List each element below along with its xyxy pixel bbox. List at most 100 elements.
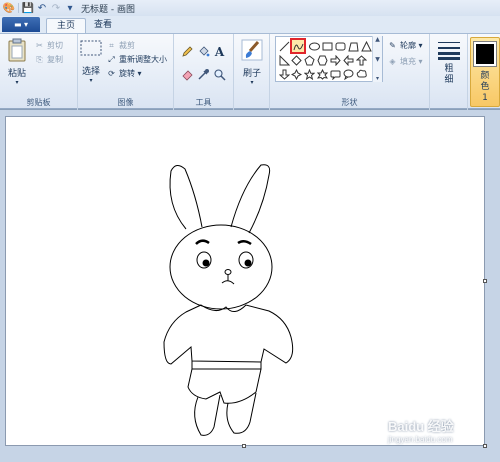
cloud-callout-shape-icon[interactable]: [355, 68, 367, 80]
select-label: 选择: [81, 67, 100, 77]
left-leg: [194, 394, 221, 436]
brushes-group: 刷子 ▾: [234, 34, 270, 110]
fill-button[interactable]: ◈ 填充 ▾: [387, 56, 423, 67]
watermark-text: Baidu 经验: [388, 419, 454, 434]
down-arrow-shape-icon[interactable]: [278, 68, 290, 80]
bunny-pants: [187, 368, 262, 404]
bunny-shirt: [163, 304, 294, 365]
triangle-shape-icon[interactable]: [360, 40, 372, 52]
oval-callout-shape-icon[interactable]: [342, 68, 354, 80]
tab-home[interactable]: 主页: [46, 18, 87, 33]
tools-group-label: 工具: [195, 98, 212, 107]
rotate-icon: ⟳: [108, 69, 115, 78]
copy-label: 复制: [47, 55, 63, 64]
crop-icon: ⌗: [109, 40, 114, 50]
copy-button[interactable]: ⎘ 复制: [34, 54, 63, 65]
brushes-label: 刷子: [242, 69, 261, 79]
brush-icon: [241, 39, 263, 61]
baidu-watermark: Baidu 经验 jingyan.baidu.com: [388, 416, 494, 456]
separator: [18, 3, 19, 13]
outline-button[interactable]: ✎ 轮廓 ▾: [387, 40, 423, 51]
drawing-canvas[interactable]: [5, 116, 487, 448]
bunny-drawing: [163, 164, 294, 436]
color-1-label: 颜色 1: [480, 71, 490, 103]
rounded-rectangle-shape-icon[interactable]: [334, 40, 346, 52]
tools-group: A 工具: [174, 34, 234, 110]
hexagon-shape-icon[interactable]: [316, 54, 328, 66]
shapes-group: ▲ ▼ ▾ ✎ 轮廓 ▾ ◈ 填充 ▾ 形状: [270, 34, 430, 110]
five-point-star-shape-icon[interactable]: [303, 68, 315, 80]
rotate-button[interactable]: ⟳ 旋转 ▾: [106, 68, 142, 79]
eraser-icon[interactable]: [180, 67, 195, 82]
size-label: 粗细: [444, 64, 454, 85]
left-ear: [169, 165, 203, 230]
pentagon-shape-icon[interactable]: [303, 54, 315, 66]
magnifier-icon[interactable]: [212, 67, 227, 82]
text-tool-icon[interactable]: A: [212, 44, 227, 59]
left-arrow-shape-icon[interactable]: [342, 54, 354, 66]
copy-icon: ⎘: [36, 54, 43, 64]
paste-icon: [8, 38, 26, 62]
shapes-group-label: 形状: [341, 98, 358, 107]
canvas-resize-handle-right[interactable]: [483, 279, 487, 283]
rounded-callout-shape-icon[interactable]: [329, 68, 341, 80]
ribbon-tab-row: ▬ ▾ 主页 查看: [0, 16, 500, 33]
select-button[interactable]: 选择 ▾: [78, 40, 104, 84]
tab-view[interactable]: 查看: [84, 18, 122, 33]
line-thickness-icon: [438, 42, 460, 60]
curve-shape-icon[interactable]: [290, 38, 306, 54]
save-icon[interactable]: 💾: [21, 1, 35, 15]
fill-bucket-icon[interactable]: [196, 44, 211, 59]
clipboard-group-label: 剪贴板: [26, 98, 51, 107]
line-shape-icon[interactable]: [278, 40, 290, 52]
image-group-label: 图像: [117, 98, 134, 107]
chevron-down-icon: ▾: [89, 77, 93, 84]
paste-label: 粘贴: [7, 69, 26, 79]
expand-gallery-icon[interactable]: ▾: [376, 75, 379, 82]
resize-button[interactable]: ⤢ 重新调整大小: [106, 54, 167, 65]
cut-label: 剪切: [47, 41, 63, 50]
paint-app-icon[interactable]: 🎨: [2, 1, 16, 15]
color-picker-icon[interactable]: [196, 67, 211, 82]
crop-label: 裁剪: [119, 41, 135, 50]
rotate-label: 旋转 ▾: [119, 69, 142, 78]
diamond-shape-icon[interactable]: [290, 54, 302, 66]
brushes-button[interactable]: 刷子 ▾: [238, 38, 266, 86]
cut-button[interactable]: ✂ 剪切: [34, 40, 63, 51]
scroll-up-icon[interactable]: ▲: [375, 36, 380, 43]
redo-icon[interactable]: ↷: [49, 1, 63, 15]
size-button[interactable]: 粗细: [435, 40, 463, 86]
right-leg: [226, 392, 257, 434]
four-point-star-shape-icon[interactable]: [290, 68, 302, 80]
paste-button[interactable]: 粘贴 ▾: [4, 38, 30, 86]
six-point-star-shape-icon[interactable]: [316, 68, 328, 80]
crop-button[interactable]: ⌗ 裁剪: [106, 40, 135, 51]
select-rectangle-icon: [80, 40, 102, 56]
shapes-gallery-scroll[interactable]: ▲ ▼ ▾: [372, 36, 382, 82]
rectangle-shape-icon[interactable]: [321, 40, 333, 52]
fill-icon: ◈: [389, 57, 396, 66]
outline-label: 轮廓 ▾: [400, 41, 423, 50]
chevron-down-icon: ▾: [15, 79, 19, 86]
chevron-down-icon: ▾: [250, 79, 254, 86]
fill-label: 填充 ▾: [400, 57, 423, 66]
polygon-shape-icon[interactable]: [347, 40, 359, 52]
right-triangle-shape-icon[interactable]: [278, 54, 290, 66]
canvas-resize-handle-bottom[interactable]: [242, 444, 246, 448]
customize-dropdown-icon[interactable]: ▾: [63, 1, 77, 15]
right-arrow-shape-icon[interactable]: [329, 54, 341, 66]
undo-icon[interactable]: ↶: [35, 1, 49, 15]
color-1-button[interactable]: 颜色 1: [470, 37, 500, 107]
scroll-down-icon[interactable]: ▼: [375, 56, 380, 63]
title-bar: 🎨 💾 ↶ ↷ ▾ 无标题 - 画图: [0, 0, 500, 16]
watermark-url: jingyan.baidu.com: [388, 435, 453, 444]
app-menu-button[interactable]: ▬ ▾: [2, 17, 40, 32]
pencil-icon[interactable]: [180, 44, 195, 59]
up-arrow-shape-icon[interactable]: [355, 54, 367, 66]
outline-pen-icon: ✎: [389, 41, 396, 50]
resize-icon: ⤢: [108, 54, 115, 64]
color-1-swatch: [473, 41, 497, 67]
oval-shape-icon[interactable]: [308, 40, 320, 52]
clipboard-group: 粘贴 ▾ ✂ 剪切 ⎘ 复制 剪贴板: [0, 34, 78, 110]
right-ear: [230, 164, 271, 234]
